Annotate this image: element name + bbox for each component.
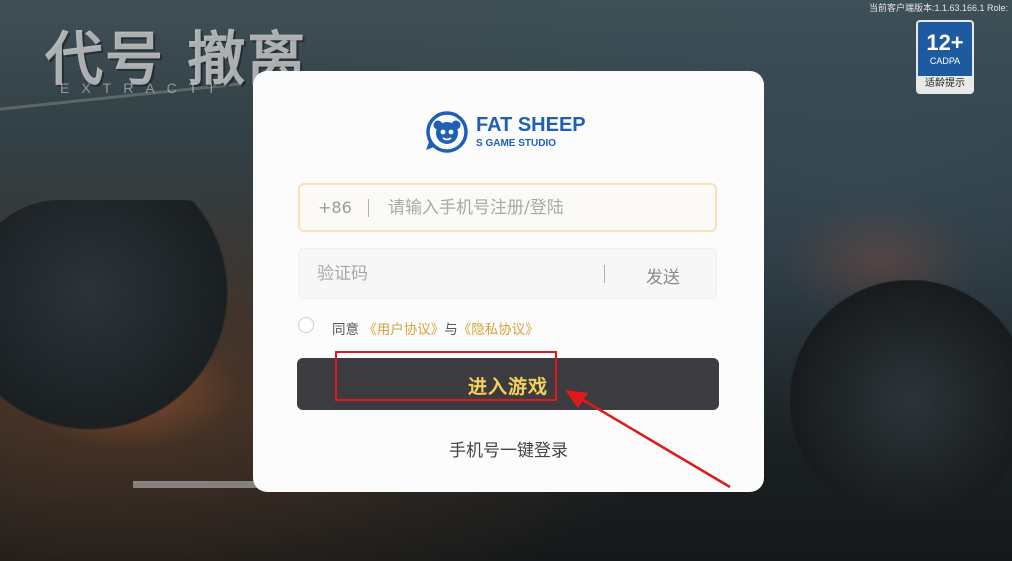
background-glow [780,200,980,320]
agree-checkbox[interactable] [298,317,314,333]
agree-and: 与 [444,322,458,338]
one-key-login-link[interactable]: 手机号一键登录 [253,436,764,461]
phone-input[interactable] [388,185,708,230]
user-agreement-link[interactable]: 《用户协议》 [363,322,444,338]
send-code-button[interactable]: 发送 [623,263,703,288]
studio-name: FAT SHEEP [476,114,586,136]
loading-bar [133,481,263,488]
studio-subtitle: S GAME STUDIO [476,138,557,149]
privacy-policy-link[interactable]: 《隐私协议》 [458,322,539,338]
agreement-text: 同意 《用户协议》与《隐私协议》 [332,318,539,338]
login-screen: 代号 撤离 EXTRACTI 当前客户端版本:1.1.63.166.1 Role… [0,0,1012,561]
background-bridge [0,82,240,181]
background-glow [20,330,240,450]
age-rating-badge: 12+ CADPA 适龄提示 [916,20,974,94]
age-rating-note: 适龄提示 [918,76,972,92]
verification-code-field[interactable]: 发送 [298,248,717,299]
studio-brand: FAT SHEEP S GAME STUDIO [425,110,595,154]
phone-field[interactable]: +86 [298,183,717,232]
age-rating-org: CADPA [929,56,961,66]
client-version: 当前客户端版本:1.1.63.166.1 Role: [868,3,1008,13]
sheep-logo-icon [426,111,468,153]
verification-code-input[interactable] [317,249,597,298]
agree-prefix: 同意 [332,322,359,338]
login-dialog: FAT SHEEP S GAME STUDIO +86 发送 同意 《用户协议》… [253,71,764,492]
age-rating-number: 12+ [926,30,964,55]
enter-game-button[interactable]: 进入游戏 [297,358,719,410]
game-logo-subtitle: EXTRACTI [60,80,226,96]
enter-game-label: 进入游戏 [467,376,548,398]
country-code[interactable]: +86 [318,198,352,217]
background-machinery [760,280,1012,520]
divider [604,265,605,283]
background-machinery [0,200,270,430]
divider [368,199,369,217]
